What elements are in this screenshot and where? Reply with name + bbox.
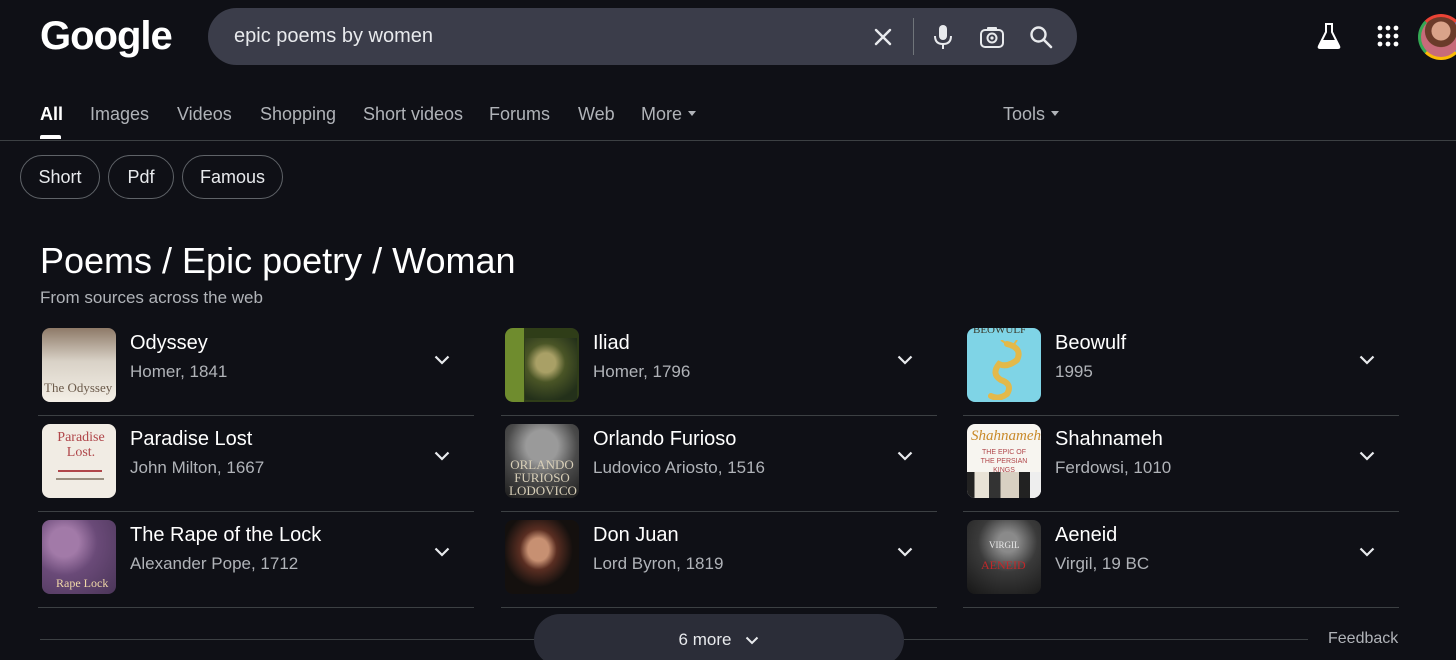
active-tab-indicator <box>40 135 61 139</box>
lens-icon[interactable] <box>977 22 1007 52</box>
chevron-down-icon[interactable] <box>895 542 915 562</box>
cover-title: ORLANDO FURIOSO LODOVICO <box>509 457 577 498</box>
chevron-down-icon[interactable] <box>1357 350 1377 370</box>
avatar[interactable] <box>1418 14 1456 60</box>
feedback-link[interactable]: Feedback <box>1328 630 1398 648</box>
search-input[interactable] <box>234 8 854 65</box>
result-item-rape-of-the-lock[interactable]: Rape Lock The Rape of the Lock Alexander… <box>38 512 474 608</box>
cover-illustration <box>967 472 1041 498</box>
cover-rule <box>56 478 104 480</box>
book-cover-paradise-lost: Paradise Lost. <box>42 424 116 498</box>
book-cover-orlando-furioso: ORLANDO FURIOSO LODOVICO <box>505 424 579 498</box>
cover-art <box>525 338 577 400</box>
chip-pdf[interactable]: Pdf <box>108 155 174 199</box>
chip-short[interactable]: Short <box>20 155 100 199</box>
tools-label: Tools <box>1003 104 1046 124</box>
tab-images[interactable]: Images <box>90 104 149 125</box>
clear-icon[interactable] <box>868 22 898 52</box>
result-item-shahnameh[interactable]: Shahnameh THE EPIC OF THE PERSIAN KINGS … <box>963 416 1399 512</box>
cover-title: BEOWULF <box>973 328 1027 336</box>
book-cover-iliad <box>505 328 579 402</box>
tab-forums[interactable]: Forums <box>489 104 550 125</box>
search-divider <box>913 18 914 55</box>
chevron-down-icon[interactable] <box>895 350 915 370</box>
item-subtitle: Alexander Pope, 1712 <box>130 554 299 573</box>
item-subtitle: Homer, 1841 <box>130 362 228 381</box>
item-title: The Rape of the Lock <box>130 524 322 546</box>
item-subtitle: Homer, 1796 <box>593 362 691 381</box>
cover-title: Rape Lock <box>56 576 109 590</box>
chevron-down-icon[interactable] <box>432 542 452 562</box>
item-subtitle: Virgil, 19 BC <box>1055 554 1150 573</box>
book-cover-aeneid: VIRGIL AENEID <box>967 520 1041 594</box>
book-cover-don-juan <box>505 520 579 594</box>
cover-rule <box>58 470 102 472</box>
tab-shopping[interactable]: Shopping <box>260 104 336 125</box>
dragon-illustration <box>988 340 1022 400</box>
item-title: Aeneid <box>1055 524 1118 546</box>
result-item-paradise-lost[interactable]: Paradise Lost. Paradise Lost John Milton… <box>38 416 474 512</box>
cover-title: The Odyssey <box>44 380 113 395</box>
cover-title: Shahnameh <box>971 428 1041 444</box>
result-item-aeneid[interactable]: VIRGIL AENEID Aeneid Virgil, 19 BC <box>963 512 1399 608</box>
tab-short-videos[interactable]: Short videos <box>363 104 463 125</box>
item-title: Paradise Lost <box>130 428 253 450</box>
tools-button[interactable]: Tools <box>1003 104 1060 125</box>
chevron-down-icon[interactable] <box>432 446 452 466</box>
show-more-label: 6 more <box>678 630 732 649</box>
chevron-down-icon[interactable] <box>432 350 452 370</box>
panel-subtitle: From sources across the web <box>40 288 263 307</box>
item-title: Don Juan <box>593 524 679 546</box>
book-cover-shahnameh: Shahnameh THE EPIC OF THE PERSIAN KINGS <box>967 424 1041 498</box>
tab-web[interactable]: Web <box>578 104 615 125</box>
cover-title: Paradise Lost. <box>57 430 105 460</box>
search-bar <box>208 8 1077 65</box>
tab-all[interactable]: All <box>40 104 63 125</box>
more-caret-icon <box>688 110 697 116</box>
item-title: Orlando Furioso <box>593 428 737 450</box>
show-more-button[interactable]: 6 more <box>534 614 904 660</box>
result-item-odyssey[interactable]: The Odyssey Odyssey Homer, 1841 <box>38 320 474 416</box>
chevron-down-icon[interactable] <box>895 446 915 466</box>
item-subtitle: John Milton, 1667 <box>130 458 265 477</box>
item-title: Odyssey <box>130 332 208 354</box>
result-item-iliad[interactable]: Iliad Homer, 1796 <box>501 320 937 416</box>
item-title: Beowulf <box>1055 332 1127 354</box>
apps-grid-icon[interactable] <box>1373 21 1403 51</box>
book-cover-rape-of-the-lock: Rape Lock <box>42 520 116 594</box>
cover-author: VIRGIL <box>989 540 1020 550</box>
result-item-orlando-furioso[interactable]: ORLANDO FURIOSO LODOVICO Orlando Furioso… <box>501 416 937 512</box>
item-subtitle: 1995 <box>1055 362 1093 381</box>
item-subtitle: Ferdowsi, 1010 <box>1055 458 1172 477</box>
tools-caret-icon <box>1051 110 1060 116</box>
result-item-beowulf[interactable]: BEOWULF Beowulf 1995 <box>963 320 1399 416</box>
tab-videos[interactable]: Videos <box>177 104 232 125</box>
item-title: Iliad <box>593 332 630 354</box>
search-icon[interactable] <box>1026 22 1056 52</box>
item-subtitle: Ludovico Ariosto, 1516 <box>593 458 766 477</box>
labs-flask-icon[interactable] <box>1314 21 1344 51</box>
chevron-down-icon[interactable] <box>1357 446 1377 466</box>
tab-more-label: More <box>641 104 683 124</box>
search-tabs: All Images Videos Shopping Short videos … <box>0 100 1456 141</box>
chevron-down-icon <box>746 636 759 644</box>
google-logo[interactable]: Google <box>40 14 173 59</box>
chip-famous[interactable]: Famous <box>182 155 283 199</box>
cover-subtitle: THE EPIC OF THE PERSIAN KINGS <box>980 449 1028 474</box>
item-title: Shahnameh <box>1055 428 1163 450</box>
microphone-icon[interactable] <box>928 22 958 52</box>
panel-title: Poems / Epic poetry / Woman <box>40 240 516 281</box>
cover-title: AENEID <box>981 558 1026 572</box>
book-cover-odyssey: The Odyssey <box>42 328 116 402</box>
result-item-don-juan[interactable]: Don Juan Lord Byron, 1819 <box>501 512 937 608</box>
item-subtitle: Lord Byron, 1819 <box>593 554 724 573</box>
chevron-down-icon[interactable] <box>1357 542 1377 562</box>
tab-more[interactable]: More <box>641 104 697 125</box>
book-cover-beowulf: BEOWULF <box>967 328 1041 402</box>
